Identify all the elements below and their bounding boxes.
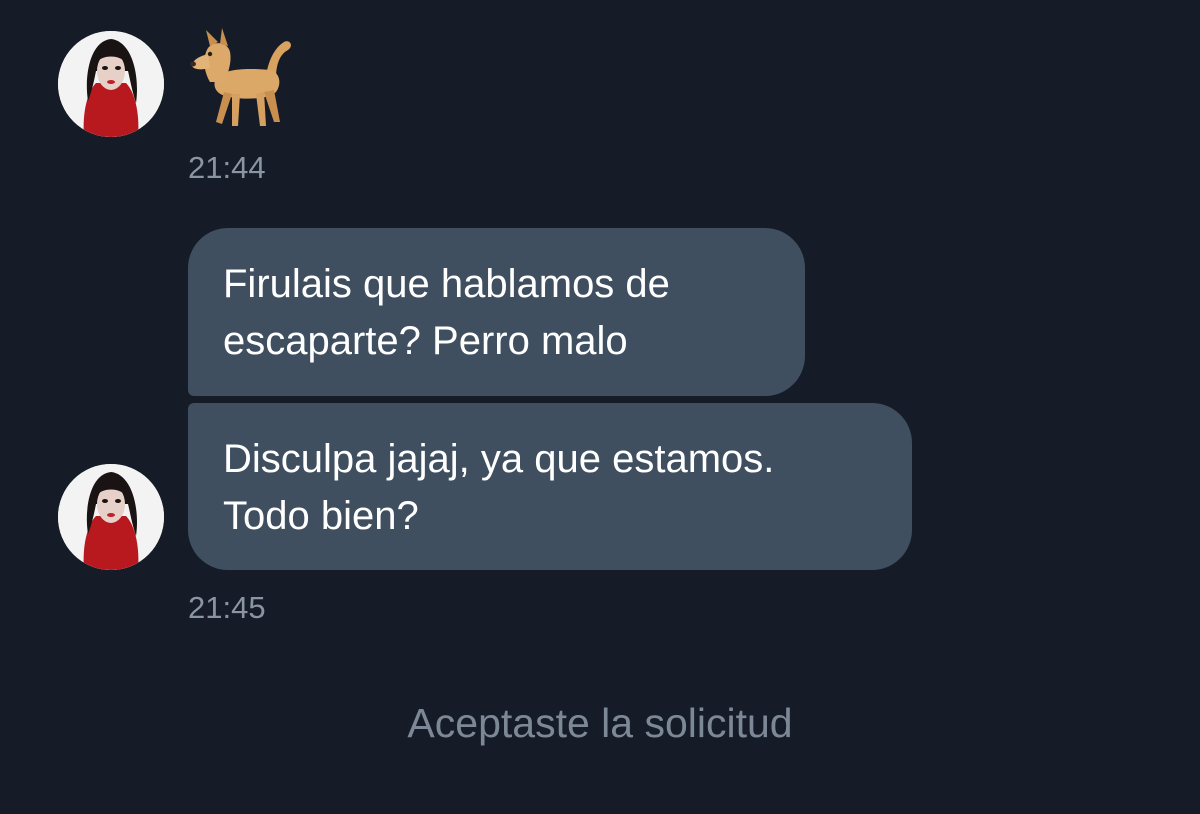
message-bubble[interactable]: Firulais que hablamos de escaparte? Perr…: [188, 228, 805, 396]
dog-emoji-message[interactable]: [188, 26, 298, 134]
message-text-line: Disculpa jajaj, ya que estamos.: [223, 437, 775, 481]
sender-avatar[interactable]: [58, 464, 164, 570]
message-text-line: Todo bien?: [223, 494, 419, 538]
message-timestamp: 21:44: [188, 150, 266, 185]
dog-icon: [190, 28, 291, 126]
message-timestamp: 21:45: [188, 590, 266, 625]
message-text-line: Firulais que hablamos de: [223, 262, 670, 306]
message-bubble[interactable]: Disculpa jajaj, ya que estamos. Todo bie…: [188, 403, 912, 570]
request-accepted-note: Aceptaste la solicitud: [407, 700, 793, 746]
dm-conversation: 21:44 Firulais que hablamos de escaparte…: [0, 0, 1200, 814]
message-text-line: escaparte? Perro malo: [223, 319, 628, 363]
sender-avatar[interactable]: [58, 31, 164, 137]
